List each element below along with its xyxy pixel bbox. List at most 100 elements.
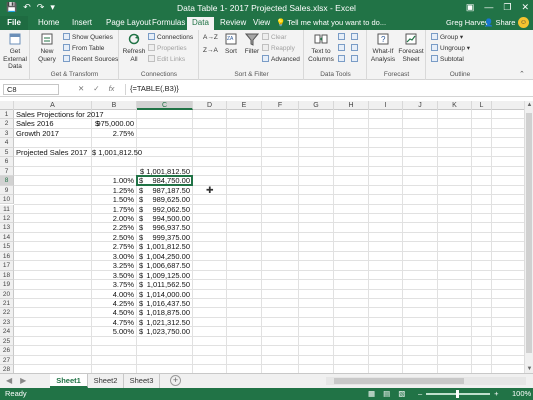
sheet-tab-sheet1[interactable]: Sheet1	[50, 374, 88, 388]
scroll-down-icon[interactable]: ▼	[525, 366, 533, 372]
table-rate-b20[interactable]: 4.00%	[92, 290, 134, 299]
cell-a2[interactable]: Sales 2016	[16, 119, 54, 128]
tab-insert[interactable]: Insert	[72, 18, 92, 27]
table-rate-b13[interactable]: 2.25%	[92, 223, 134, 232]
row-header-1[interactable]: 1	[0, 110, 14, 120]
row-header-15[interactable]: 15	[0, 242, 14, 252]
vertical-scrollbar[interactable]: ▲ ▼	[524, 101, 533, 373]
ungroup-button[interactable]: Ungroup ▾	[431, 44, 470, 52]
table-value-c24[interactable]: 1,023,750.00	[137, 327, 190, 336]
table-rate-b14[interactable]: 2.50%	[92, 233, 134, 242]
active-cell-selection[interactable]	[136, 175, 193, 186]
add-sheet-icon[interactable]: +	[170, 375, 181, 386]
row-header-13[interactable]: 13	[0, 223, 14, 233]
name-box[interactable]: C8	[3, 84, 59, 95]
row-header-7[interactable]: 7	[0, 166, 14, 177]
row-header-12[interactable]: 12	[0, 213, 14, 224]
cancel-icon[interactable]: ✕	[78, 84, 84, 93]
row-header-24[interactable]: 24	[0, 327, 14, 337]
vertical-scroll-thumb[interactable]	[526, 113, 532, 353]
tab-file[interactable]: File	[0, 16, 28, 30]
table-value-c12[interactable]: 994,500.00	[137, 214, 190, 223]
edit-links-button[interactable]: Edit Links	[148, 55, 185, 63]
share-button[interactable]: 👤 Share	[484, 18, 515, 27]
table-rate-b12[interactable]: 2.00%	[92, 214, 134, 223]
worksheet-grid[interactable]: ABCDEFGHIJKL 1 2 3 4 5 6 7 8 9 10 11 12 13 14 15 16 17 18…	[0, 101, 524, 373]
column-header-j[interactable]: J	[403, 101, 438, 110]
advanced-filter-button[interactable]: Advanced	[262, 55, 300, 63]
zoom-in-icon[interactable]: +	[494, 389, 498, 398]
tab-review[interactable]: Review	[220, 18, 246, 27]
ribbon-display-options-icon[interactable]: ▣	[466, 2, 475, 13]
column-header-l[interactable]: L	[472, 101, 492, 110]
column-header-b[interactable]: B	[92, 101, 137, 110]
row-header-14[interactable]: 14	[0, 232, 14, 243]
forecast-sheet-button[interactable]: Forecast Sheet	[398, 32, 424, 63]
data-model-icon[interactable]	[351, 55, 360, 63]
table-rate-b8[interactable]: 1.00%	[92, 176, 134, 185]
cell-b2[interactable]: 975,000.00	[92, 119, 134, 128]
cell-a1[interactable]: Sales Projections for 2017	[16, 110, 104, 119]
column-header-i[interactable]: I	[369, 101, 403, 110]
cell-a3[interactable]: Growth 2017	[16, 129, 59, 138]
row-header-9[interactable]: 9	[0, 185, 14, 196]
sheet-tab-sheet3[interactable]: Sheet3	[124, 374, 160, 388]
row-header-10[interactable]: 10	[0, 195, 14, 205]
show-queries-button[interactable]: Show Queries	[63, 33, 113, 41]
prev-sheet-icon[interactable]: ◀	[6, 376, 12, 385]
clear-filter-button[interactable]: Clear	[262, 33, 287, 41]
table-rate-b18[interactable]: 3.50%	[92, 271, 134, 280]
column-header-h[interactable]: H	[334, 101, 369, 110]
table-value-c23[interactable]: 1,021,312.50	[137, 318, 190, 327]
row-header-20[interactable]: 20	[0, 289, 14, 299]
table-value-c15[interactable]: 1,001,812.50	[137, 242, 190, 251]
column-header-k[interactable]: K	[438, 101, 472, 110]
zoom-slider[interactable]	[426, 389, 491, 398]
table-value-c19[interactable]: 1,011,562.50	[137, 280, 190, 289]
table-value-c18[interactable]: 1,009,125.00	[137, 271, 190, 280]
table-value-c22[interactable]: 1,018,875.00	[137, 308, 190, 317]
column-header-c[interactable]: C	[137, 101, 193, 110]
reapply-button[interactable]: Reapply	[262, 44, 295, 52]
table-value-c13[interactable]: 996,937.50	[137, 223, 190, 232]
cell-a5[interactable]: Projected Sales 2017	[16, 148, 87, 157]
row-header-28[interactable]: 28	[0, 365, 14, 373]
page-break-view-icon[interactable]: ▧	[398, 389, 405, 398]
sheet-tab-sheet2[interactable]: Sheet2	[88, 374, 124, 388]
tab-home[interactable]: Home	[38, 18, 59, 27]
get-external-data-button[interactable]: Get External Data	[0, 32, 30, 71]
table-rate-b21[interactable]: 4.25%	[92, 299, 134, 308]
table-value-c17[interactable]: 1,006,687.50	[137, 261, 190, 270]
next-sheet-icon[interactable]: ▶	[20, 376, 26, 385]
table-value-c21[interactable]: 1,016,437.50	[137, 299, 190, 308]
table-rate-b15[interactable]: 2.75%	[92, 242, 134, 251]
consolidate-icon[interactable]	[351, 33, 360, 41]
row-header-4[interactable]: 4	[0, 138, 14, 148]
page-layout-view-icon[interactable]: ▤	[383, 389, 390, 398]
user-name[interactable]: Greg Harvey	[446, 18, 489, 27]
row-header-16[interactable]: 16	[0, 251, 14, 262]
from-table-button[interactable]: From Table	[63, 44, 104, 52]
horizontal-scroll-thumb[interactable]	[334, 378, 464, 384]
horizontal-scrollbar[interactable]	[326, 377, 526, 385]
table-value-c9[interactable]: 987,187.50	[137, 186, 190, 195]
table-rate-b17[interactable]: 3.25%	[92, 261, 134, 270]
tell-me-search[interactable]: 💡 Tell me what you want to do...	[276, 18, 386, 27]
zoom-level[interactable]: 100%	[512, 389, 531, 398]
row-header-23[interactable]: 23	[0, 317, 14, 328]
row-header-26[interactable]: 26	[0, 346, 14, 356]
column-header-g[interactable]: G	[299, 101, 334, 110]
remove-duplicates-icon[interactable]	[338, 44, 347, 52]
cells-area[interactable]: Sales Projections for 2017 Sales 2016 $975…	[14, 110, 524, 373]
cell-b3[interactable]: 2.75%	[92, 129, 134, 138]
table-rate-b23[interactable]: 4.75%	[92, 318, 134, 327]
enter-icon[interactable]: ✓	[93, 84, 99, 93]
table-value-c20[interactable]: 1,014,000.00	[137, 290, 190, 299]
row-header-19[interactable]: 19	[0, 280, 14, 290]
select-all-corner[interactable]	[0, 101, 14, 110]
data-validation-icon[interactable]	[338, 55, 347, 63]
tab-page-layout[interactable]: Page Layout	[106, 18, 151, 27]
minimize-icon[interactable]: —	[484, 2, 493, 13]
text-to-columns-button[interactable]: Text to Columns	[307, 32, 335, 63]
filter-button[interactable]: Filter	[242, 32, 262, 56]
